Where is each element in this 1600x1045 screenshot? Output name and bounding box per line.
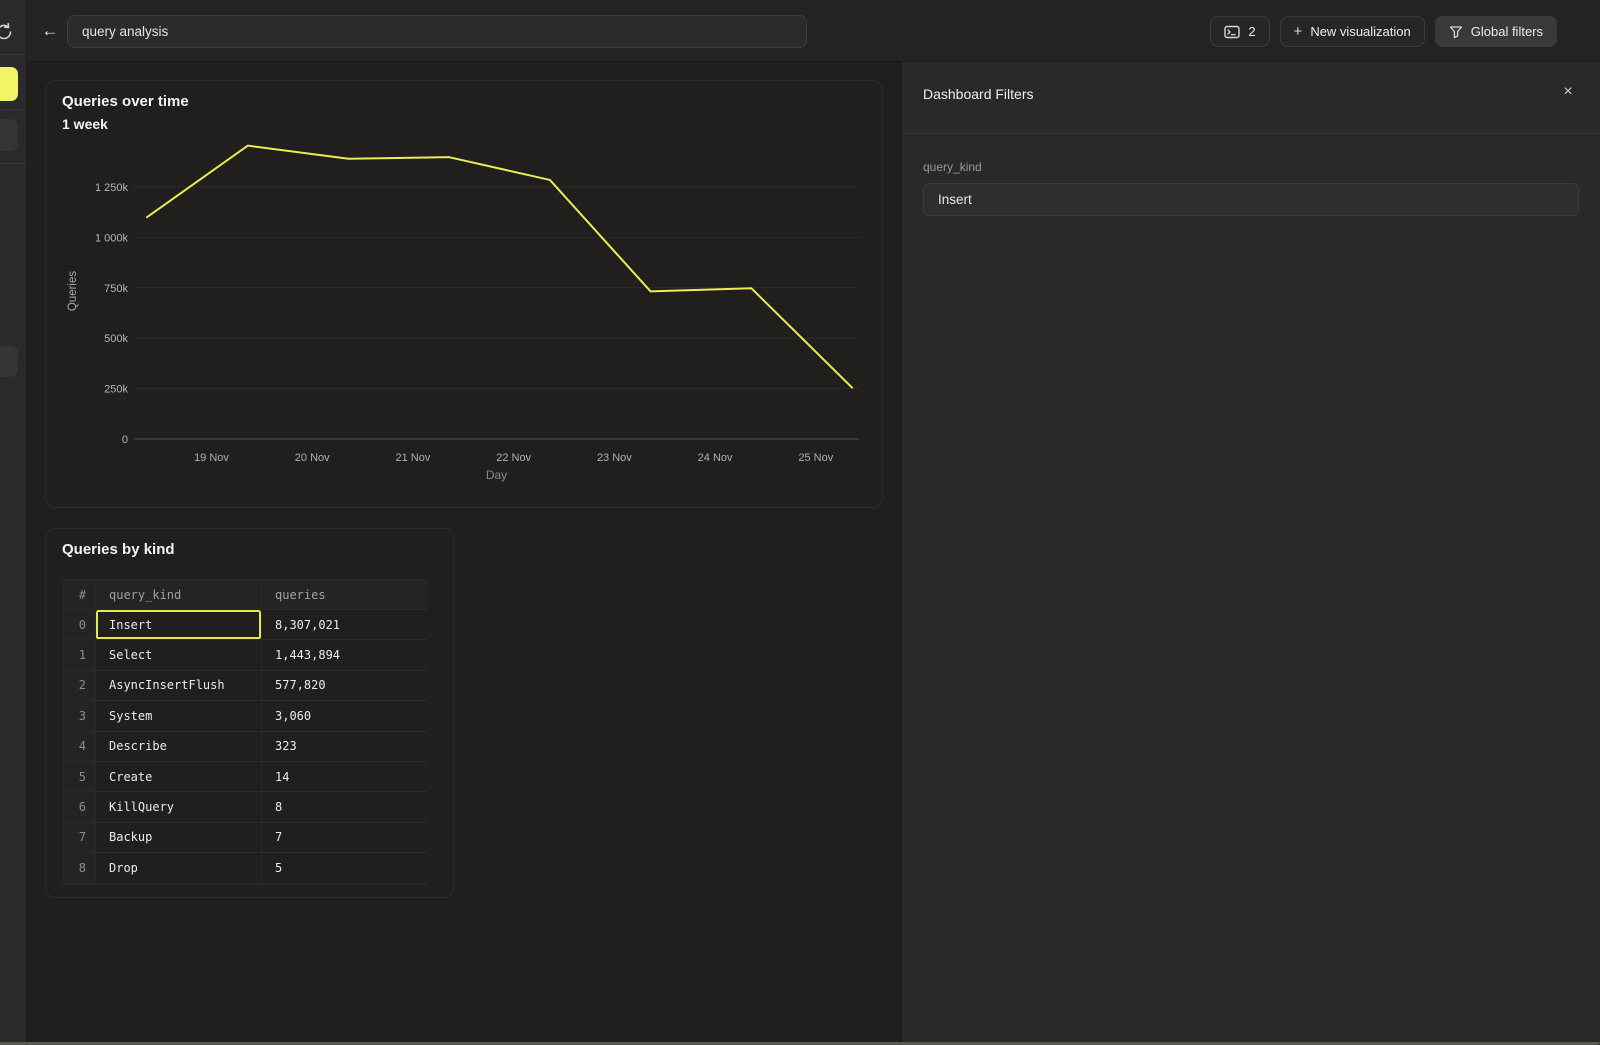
topbar-actions: 2 + New visualization Global filters bbox=[1210, 16, 1557, 47]
query-kind-cell[interactable]: AsyncInsertFlush bbox=[95, 671, 262, 701]
y-tick-label: 500k bbox=[104, 333, 128, 345]
close-icon: × bbox=[1563, 83, 1572, 101]
queries-cell[interactable]: 1,443,894 bbox=[262, 640, 427, 670]
query-kind-cell[interactable]: System bbox=[95, 701, 262, 731]
query-kind-cell[interactable]: Backup bbox=[95, 823, 262, 853]
query-kind-cell[interactable]: Insert bbox=[95, 610, 262, 640]
x-tick-label: 23 Nov bbox=[597, 452, 632, 464]
x-tick-label: 22 Nov bbox=[496, 452, 531, 464]
query-kind-cell[interactable]: Select bbox=[95, 640, 262, 670]
x-tick-label: 20 Nov bbox=[295, 452, 330, 464]
row-index-cell: 6 bbox=[64, 792, 95, 822]
col-header-query-kind: query_kind bbox=[95, 580, 262, 610]
close-filters-button[interactable]: × bbox=[1552, 76, 1584, 108]
x-tick-label: 19 Nov bbox=[194, 452, 229, 464]
query-kind-cell[interactable]: Create bbox=[95, 762, 262, 792]
y-tick-label: 750k bbox=[104, 283, 128, 295]
queries-cell[interactable]: 14 bbox=[262, 762, 427, 792]
query-kind-cell[interactable]: Describe bbox=[95, 732, 262, 762]
col-header-queries: queries bbox=[262, 580, 427, 610]
arrow-left-icon: ← bbox=[42, 21, 59, 40]
x-tick-label: 24 Nov bbox=[698, 452, 733, 464]
console-count-label: 2 bbox=[1248, 24, 1255, 39]
query-kind-cell[interactable]: Drop bbox=[95, 853, 262, 883]
filters-panel-title: Dashboard Filters bbox=[923, 86, 1034, 102]
filters-panel-header: Dashboard Filters × bbox=[902, 62, 1600, 134]
query-kind-cell[interactable]: KillQuery bbox=[95, 792, 262, 822]
y-tick-label: 1 250k bbox=[95, 182, 129, 194]
terminal-window-icon bbox=[1224, 25, 1240, 39]
query-kind-filter-select[interactable]: Insert bbox=[923, 183, 1579, 216]
dashboard-canvas: Queries over time 1 week 0250k500k750k1 … bbox=[27, 62, 901, 1045]
row-index-cell: 0 bbox=[64, 610, 95, 640]
queries-by-kind-table: #query_kindqueries 0Insert8,307,021 1Selec… bbox=[63, 579, 426, 885]
dashboard-filters-panel: Dashboard Filters × query_kind Insert bbox=[901, 62, 1600, 1045]
new-visualization-button[interactable]: + New visualization bbox=[1280, 16, 1425, 47]
y-axis-title: Queries bbox=[67, 271, 79, 312]
topbar: ← 2 + New visualization Global fil bbox=[0, 0, 1600, 62]
queries-cell[interactable]: 577,820 bbox=[262, 671, 427, 701]
row-index-cell: 3 bbox=[64, 701, 95, 731]
row-index-cell: 4 bbox=[64, 732, 95, 762]
global-filters-button[interactable]: Global filters bbox=[1435, 16, 1557, 47]
global-filters-label: Global filters bbox=[1471, 24, 1543, 39]
left-rail bbox=[0, 0, 27, 1045]
new-visualization-label: New visualization bbox=[1310, 24, 1410, 39]
series-line-queries bbox=[147, 146, 852, 388]
plus-icon: + bbox=[1294, 23, 1303, 40]
row-index-cell: 1 bbox=[64, 640, 95, 670]
filters-panel-body: query_kind Insert bbox=[902, 134, 1600, 216]
history-icon[interactable] bbox=[0, 21, 15, 43]
x-axis-title: Day bbox=[486, 468, 507, 482]
rail-divider bbox=[0, 109, 27, 110]
rail-item[interactable] bbox=[0, 346, 18, 377]
query-kind-filter-label: query_kind bbox=[923, 160, 1578, 174]
dashboard-title-input[interactable] bbox=[67, 15, 807, 48]
rail-item[interactable] bbox=[0, 119, 18, 151]
row-index-cell: 8 bbox=[64, 853, 95, 883]
col-header-index: # bbox=[64, 580, 95, 610]
table-title: Queries by kind bbox=[62, 541, 175, 558]
x-tick-label: 25 Nov bbox=[798, 452, 833, 464]
queries-cell[interactable]: 3,060 bbox=[262, 701, 427, 731]
queries-cell[interactable]: 7 bbox=[262, 823, 427, 853]
rail-item-active-yellow[interactable] bbox=[0, 67, 18, 101]
y-tick-label: 1 000k bbox=[95, 232, 129, 244]
row-index-cell: 2 bbox=[64, 671, 95, 701]
y-tick-label: 0 bbox=[122, 434, 128, 446]
row-index-cell: 7 bbox=[64, 823, 95, 853]
row-index-cell: 5 bbox=[64, 762, 95, 792]
queries-cell[interactable]: 8,307,021 bbox=[262, 610, 427, 640]
back-button[interactable]: ← bbox=[38, 19, 62, 43]
queries-cell[interactable]: 323 bbox=[262, 732, 427, 762]
queries-cell[interactable]: 5 bbox=[262, 853, 427, 883]
queries-by-kind-card: Queries by kind #query_kindqueries 0Inser… bbox=[45, 528, 454, 898]
queries-over-time-chart[interactable]: 0 250k 500k 750k 1 000k 1 250k 19 Nov 20 Nov 21 … bbox=[46, 81, 882, 507]
funnel-icon bbox=[1449, 25, 1463, 39]
queries-cell[interactable]: 8 bbox=[262, 792, 427, 822]
console-count-button[interactable]: 2 bbox=[1210, 16, 1269, 47]
x-tick-label: 21 Nov bbox=[396, 452, 431, 464]
queries-over-time-card: Queries over time 1 week 0250k500k750k1 … bbox=[45, 80, 883, 508]
query-kind-filter-value: Insert bbox=[938, 192, 972, 207]
rail-divider bbox=[0, 54, 27, 55]
rail-divider bbox=[0, 163, 27, 164]
y-tick-label: 250k bbox=[104, 384, 128, 396]
